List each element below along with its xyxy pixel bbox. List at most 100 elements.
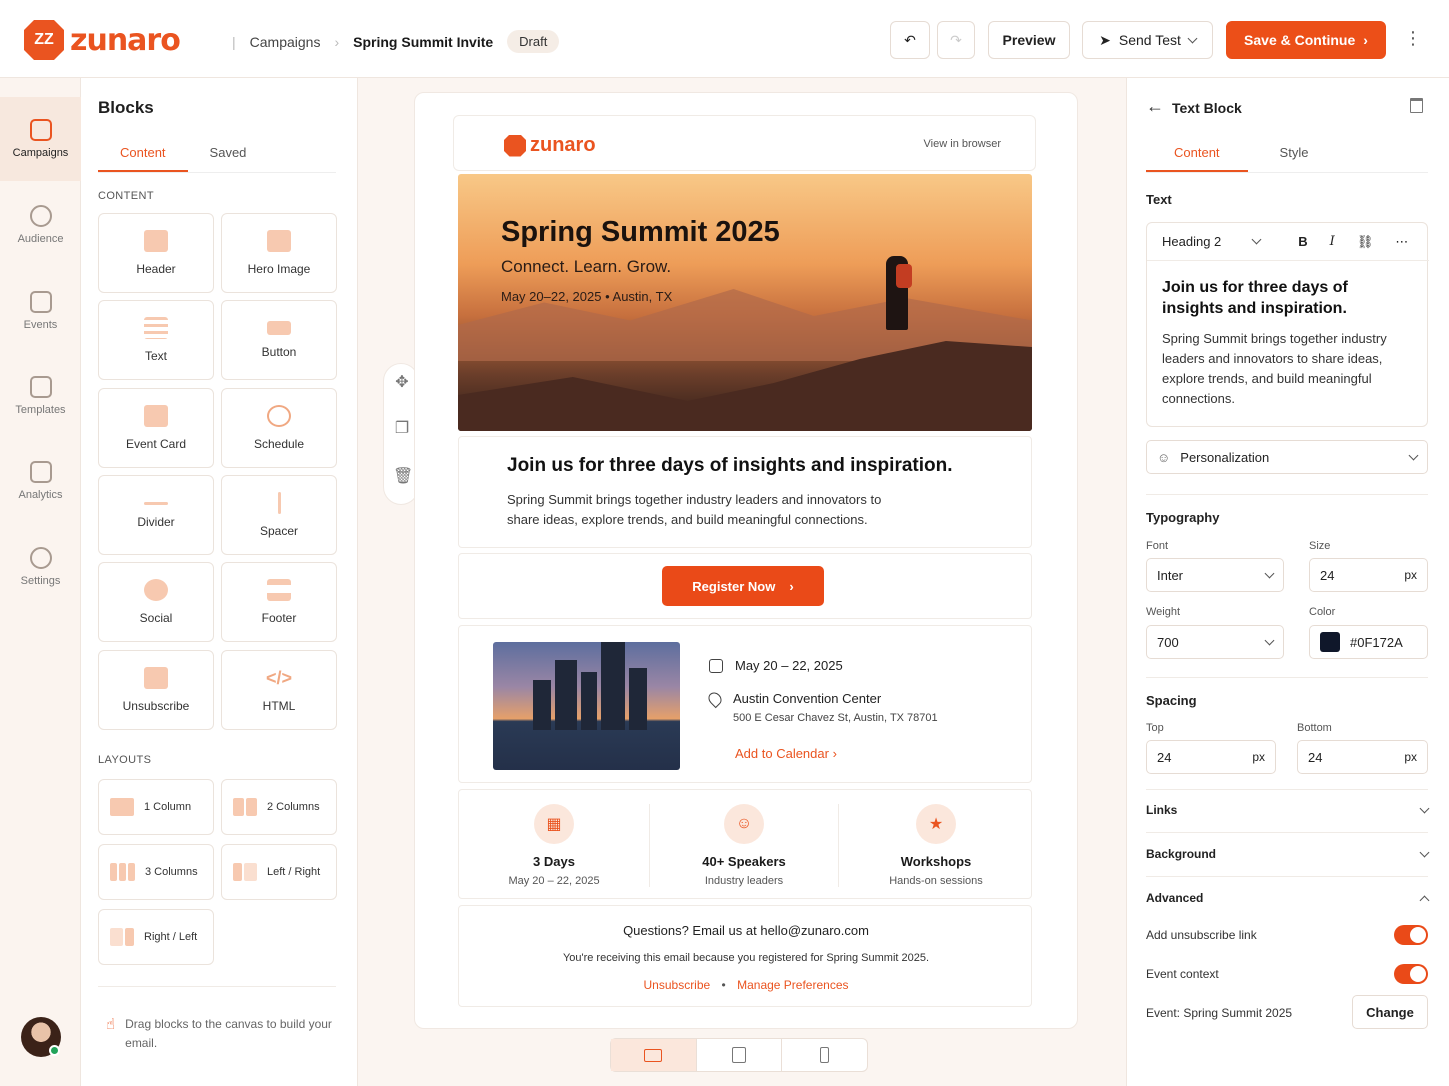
editor-heading[interactable]: Join us for three days of insights and i… — [1162, 277, 1382, 319]
tab-content[interactable]: Content — [98, 140, 188, 172]
rail-item-campaigns[interactable]: Campaigns — [0, 97, 81, 181]
advanced-section[interactable]: Advanced — [1146, 891, 1430, 905]
unsub-toggle-label: Add unsubscribe link — [1146, 928, 1257, 942]
link-icon[interactable]: ⛓ — [1357, 234, 1374, 250]
back-arrow-icon[interactable]: ← — [1146, 96, 1164, 117]
personalization-dropdown[interactable]: ☺ Personalization — [1146, 440, 1428, 474]
redo-icon: ↷ — [950, 31, 962, 48]
layout-2-columns[interactable]: 2 Columns — [221, 779, 337, 835]
event-card-icon — [144, 405, 168, 427]
preview-button[interactable]: Preview — [988, 21, 1070, 59]
drag-hand-icon: ☝ — [106, 1016, 116, 1033]
event-date: May 20 – 22, 2025 — [735, 658, 843, 673]
star-icon: ★ — [916, 804, 956, 844]
weight-select[interactable]: 700 — [1146, 625, 1284, 659]
send-test-button[interactable]: ➤ Send Test — [1082, 21, 1213, 59]
chevron-down-icon — [1264, 568, 1275, 578]
footer-question: Questions? Email us at hello@zunaro.com — [623, 923, 869, 938]
links-section[interactable]: Links — [1146, 803, 1430, 817]
duplicate-icon[interactable]: ❐ — [393, 420, 411, 438]
tablet-preview-button[interactable] — [697, 1039, 783, 1071]
hero-title: Spring Summit 2025 — [501, 216, 780, 248]
stat-workshops: ★ Workshops Hands-on sessions — [841, 804, 1031, 887]
brand-logo[interactable]: ZZ zunaro — [24, 20, 181, 60]
layout-1-column[interactable]: 1 Column — [98, 779, 214, 835]
editor-body[interactable]: Spring Summit brings together industry l… — [1162, 329, 1412, 409]
block-divider[interactable]: Divider — [98, 475, 214, 555]
online-status-indicator — [49, 1045, 60, 1056]
redo-button[interactable]: ↷ — [937, 21, 975, 59]
calendar-icon — [709, 659, 723, 673]
block-event-card[interactable]: Event Card — [98, 388, 214, 468]
hero-image-block[interactable]: Spring Summit 2025 Connect. Learn. Grow.… — [458, 174, 1032, 431]
breadcrumb-campaigns[interactable]: Campaigns — [250, 34, 321, 50]
button-icon — [267, 321, 291, 335]
block-hero-image[interactable]: Hero Image — [221, 213, 337, 293]
layout-left-right[interactable]: Left / Right — [221, 844, 337, 900]
layout-2col-icon — [233, 798, 257, 816]
rail-item-templates[interactable]: Templates — [0, 354, 81, 438]
block-schedule[interactable]: Schedule — [221, 388, 337, 468]
block-html[interactable]: </> HTML — [221, 650, 337, 730]
stats-block[interactable]: ▦ 3 Days May 20 – 22, 2025 ☺ 40+ Speakers In… — [458, 789, 1032, 899]
text-block-selected[interactable]: Join us for three days of insights and i… — [458, 436, 1032, 548]
tab-props-content[interactable]: Content — [1146, 140, 1248, 172]
mobile-preview-button[interactable] — [782, 1039, 867, 1071]
add-to-calendar-link[interactable]: Add to Calendar › — [735, 746, 837, 761]
spacing-bottom-input[interactable]: 24 px — [1297, 740, 1428, 774]
rail-item-settings[interactable]: Settings — [0, 525, 81, 609]
background-section[interactable]: Background — [1146, 847, 1430, 861]
bold-icon[interactable]: B — [1298, 234, 1307, 249]
rich-text-editor[interactable]: Heading 2 B I ⛓ ⋯ Join us for three days… — [1146, 222, 1429, 427]
event-card-block[interactable]: May 20 – 22, 2025 Austin Convention Cent… — [458, 625, 1032, 783]
block-label: Text — [144, 349, 167, 363]
rail-item-audience[interactable]: Audience — [0, 183, 81, 267]
breadcrumb-current: Spring Summit Invite — [353, 33, 494, 50]
tab-saved[interactable]: Saved — [188, 140, 269, 172]
register-now-button[interactable]: Register Now › — [662, 566, 824, 606]
block-button[interactable]: Button — [221, 300, 337, 380]
save-continue-button[interactable]: Save & Continue › — [1226, 21, 1386, 59]
block-text[interactable]: Text — [98, 300, 214, 380]
gear-icon — [29, 547, 52, 569]
block-unsubscribe[interactable]: Unsubscribe — [98, 650, 214, 730]
italic-icon[interactable]: I — [1330, 234, 1335, 249]
rail-item-analytics[interactable]: Analytics — [0, 439, 81, 523]
size-input[interactable]: 24 px — [1309, 558, 1428, 592]
event-venue-row: Austin Convention Center 500 E Cesar Chav… — [705, 689, 938, 724]
view-in-browser-link[interactable]: View in browser — [924, 138, 1001, 150]
section-divider — [1146, 494, 1428, 495]
footer-block[interactable]: Questions? Email us at hello@zunaro.com … — [458, 905, 1032, 1007]
change-event-button[interactable]: Change — [1352, 995, 1428, 1029]
tab-props-style[interactable]: Style — [1248, 140, 1341, 172]
footer-link-divider: • — [721, 978, 726, 992]
layout-3-columns[interactable]: 3 Columns — [98, 844, 214, 900]
layout-right-left[interactable]: Right / Left — [98, 909, 214, 965]
rail-item-events[interactable]: Events — [0, 269, 81, 353]
block-header[interactable]: Header — [98, 213, 214, 293]
typography-label: Typography — [1146, 510, 1220, 525]
block-footer[interactable]: Footer — [221, 562, 337, 642]
more-menu-icon[interactable]: ⋮ — [1404, 28, 1422, 49]
desktop-preview-button[interactable] — [611, 1039, 697, 1071]
more-options-icon[interactable]: ⋯ — [1395, 234, 1408, 250]
color-picker[interactable]: #0F172A — [1309, 625, 1428, 659]
font-select[interactable]: Inter — [1146, 558, 1284, 592]
email-header-block[interactable]: zunaro View in browser — [453, 115, 1036, 171]
top-bar: ZZ zunaro | Campaigns › Spring Summit In… — [0, 0, 1449, 78]
heading-style-select[interactable]: Heading 2 — [1162, 234, 1221, 249]
manage-preferences-link[interactable]: Manage Preferences — [737, 978, 848, 992]
trash-icon[interactable] — [1410, 98, 1423, 113]
unsubscribe-link[interactable]: Unsubscribe — [644, 978, 711, 992]
undo-button[interactable]: ↶ — [890, 21, 930, 59]
spacing-top-input[interactable]: 24 px — [1146, 740, 1276, 774]
rail-label: Analytics — [18, 489, 63, 501]
delete-icon[interactable]: 🗑 — [393, 468, 413, 486]
chevron-down-icon — [1419, 803, 1430, 813]
code-icon: </> — [265, 667, 293, 688]
block-spacer[interactable]: Spacer — [221, 475, 337, 555]
unsubscribe-toggle[interactable] — [1394, 925, 1428, 945]
block-social[interactable]: Social — [98, 562, 214, 642]
event-context-toggle[interactable] — [1394, 964, 1428, 984]
move-icon[interactable]: ✥ — [393, 374, 411, 392]
